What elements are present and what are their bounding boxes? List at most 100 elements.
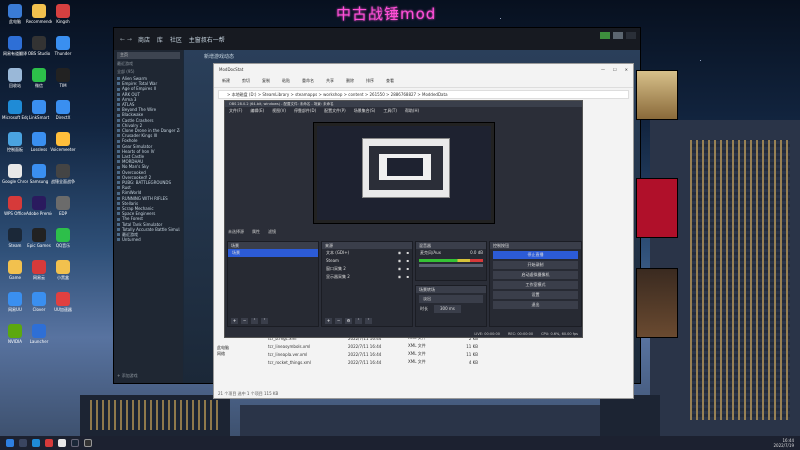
obs-menu-item[interactable]: 帮助(H) (405, 108, 419, 114)
file-row[interactable]: tcr_lineapla.ver.xml 2022/7/11 16:44 XML 文… (268, 350, 627, 358)
desktop-icon[interactable]: TIM (50, 68, 76, 88)
maximize-icon[interactable]: ☐ (613, 67, 617, 72)
steam-games-group[interactable]: 全部 (95) (117, 69, 180, 75)
desktop-icon[interactable]: OBS Studio (26, 36, 52, 56)
duration-input[interactable]: 300 ms (434, 305, 461, 313)
obs-icon[interactable] (84, 439, 92, 447)
scene-item[interactable]: 场景 (228, 249, 318, 257)
steam-nav-arrows[interactable]: ← → (120, 36, 132, 43)
desktop-icon[interactable]: 网易云 (26, 260, 52, 280)
desktop-icon[interactable]: 回收站 (2, 68, 28, 88)
desktop-icon[interactable]: Microsoft Edge (2, 100, 28, 120)
desktop-icon[interactable]: Voicemeeter (50, 132, 76, 152)
toolbar-button[interactable]: 剪切 (242, 78, 250, 84)
lock-icon[interactable]: ▪ (403, 273, 412, 281)
lock-icon[interactable]: ▪ (403, 265, 412, 273)
down-icon[interactable]: ˅ (365, 318, 372, 324)
steam-tab-library[interactable]: 库 (157, 37, 163, 44)
lock-icon[interactable]: ▪ (403, 249, 412, 257)
system-tray-clock[interactable]: 16:44 2022/7/19 (773, 438, 794, 448)
desktop-icon[interactable]: EDP (50, 196, 76, 216)
desktop-icon[interactable]: Steam (2, 228, 28, 248)
toolbar-button[interactable]: 重命名 (302, 78, 314, 84)
filters-button[interactable]: 滤镜 (268, 229, 276, 235)
obs-menu-item[interactable]: 编辑(E) (250, 108, 264, 114)
obs-menu-item[interactable]: 视图(V) (272, 108, 286, 114)
steam-add-game-button[interactable]: + 添加游戏 (117, 373, 138, 379)
source-item[interactable]: 窗口采集 2 ◉ ▪ (322, 265, 412, 273)
desktop-icon[interactable]: 微信 (26, 68, 52, 88)
remove-icon[interactable]: − (335, 318, 342, 324)
desktop-icon[interactable]: Clover (26, 292, 52, 312)
eye-icon[interactable]: ◉ (398, 273, 402, 281)
transition-type-select[interactable]: 淡出 (419, 295, 483, 303)
desktop-icon[interactable]: Launcher (26, 324, 52, 344)
up-icon[interactable]: ˄ (355, 318, 362, 324)
obs-menu-item[interactable]: 场景集合(S) (354, 108, 376, 114)
search-icon[interactable] (19, 439, 27, 447)
toolbar-button[interactable]: 排序 (366, 78, 374, 84)
steam-tab-community[interactable]: 社区 (170, 37, 182, 44)
up-icon[interactable]: ˄ (251, 318, 258, 324)
down-icon[interactable]: ˅ (261, 318, 268, 324)
desktop-icon[interactable]: Game (2, 260, 28, 280)
toolbar-button[interactable]: 新建 (222, 78, 230, 84)
desktop-icon[interactable]: Lossless (26, 132, 52, 152)
desktop-icon[interactable]: Samsung (26, 164, 52, 184)
obs-preview[interactable] (313, 122, 495, 224)
desktop-icon[interactable]: 小黑盒 (50, 260, 76, 280)
toolbar-button[interactable]: 删除 (346, 78, 354, 84)
desktop-icon[interactable]: 战锤全面战争 (50, 164, 76, 184)
toolbar-button[interactable]: 复制 (262, 78, 270, 84)
source-item[interactable]: 文本 (GDI+) ◉ ▪ (322, 249, 412, 257)
minimize-icon[interactable]: — (601, 67, 605, 72)
desktop-icon[interactable]: WPS Office (2, 196, 28, 216)
gear-icon[interactable]: ⚙ (345, 318, 352, 324)
toolbar-button[interactable]: 共享 (326, 78, 334, 84)
eye-icon[interactable]: ◉ (398, 257, 402, 265)
add-icon[interactable]: + (325, 318, 332, 324)
control-button[interactable]: 工作室模式 (493, 281, 578, 289)
control-button[interactable]: 停止直播 (493, 251, 578, 259)
steam-home-button[interactable]: 主页 (117, 52, 180, 59)
steam-filter[interactable]: 最近游戏 (117, 61, 180, 67)
file-row[interactable]: tcr_lineasymbols.xml 2022/7/11 16:44 XML 文… (268, 342, 627, 350)
desktop-icon[interactable]: DirectX (50, 100, 76, 120)
desktop-icon[interactable]: UU加速器 (50, 292, 76, 312)
desktop-icon[interactable]: Kingsh (50, 4, 76, 24)
control-button[interactable]: 开始录制 (493, 261, 578, 269)
steam-icon[interactable] (71, 439, 79, 447)
steam-minimize-button[interactable] (626, 32, 636, 39)
eye-icon[interactable]: ◉ (398, 265, 402, 273)
obs-menu-item[interactable]: 停靠部件(D) (294, 108, 316, 114)
steam-tab-store[interactable]: 商店 (138, 37, 150, 44)
desktop-icon[interactable]: NVIDIA (2, 324, 28, 344)
windows-start-icon[interactable] (6, 439, 14, 447)
game-card[interactable] (636, 268, 678, 338)
steam-notification-icon[interactable] (600, 32, 610, 39)
obs-menu-item[interactable]: 配置文件(P) (324, 108, 346, 114)
close-icon[interactable]: ✕ (625, 67, 628, 72)
steam-game-item[interactable]: Unturned (117, 237, 180, 242)
control-button[interactable]: 启动虚拟摄像机 (493, 271, 578, 279)
desktop-icon[interactable]: QQ音乐 (50, 228, 76, 248)
game-card[interactable] (636, 70, 678, 120)
control-button[interactable]: 退出 (493, 301, 578, 309)
properties-button[interactable]: 属性 (252, 229, 260, 235)
wps-icon[interactable] (45, 439, 53, 447)
desktop-icon[interactable]: Thunder (50, 36, 76, 56)
desktop-icon[interactable]: Epic Games (26, 228, 52, 248)
audio-volume-slider[interactable] (419, 264, 483, 267)
remove-icon[interactable]: − (241, 318, 248, 324)
obs-window[interactable]: OBS 28.0.2 (64-bit, windows) - 配置文件: 未命名… (224, 100, 583, 338)
source-item[interactable]: Steam ◉ ▪ (322, 257, 412, 265)
desktop-icon[interactable]: Adobe Premiere (26, 196, 52, 216)
desktop-icon[interactable]: 控制面板 (2, 132, 28, 152)
desktop-icon[interactable]: 此电脑 (2, 4, 28, 24)
source-item[interactable]: 显示器采集 2 ◉ ▪ (322, 273, 412, 281)
explorer-address-bar[interactable]: > 本地磁盘 (D:) > SteamLibrary > steamapps >… (218, 90, 629, 99)
toolbar-button[interactable]: 查看 (386, 78, 394, 84)
obs-menu-item[interactable]: 工具(T) (383, 108, 397, 114)
eye-icon[interactable]: ◉ (398, 249, 402, 257)
edge-icon[interactable] (32, 439, 40, 447)
